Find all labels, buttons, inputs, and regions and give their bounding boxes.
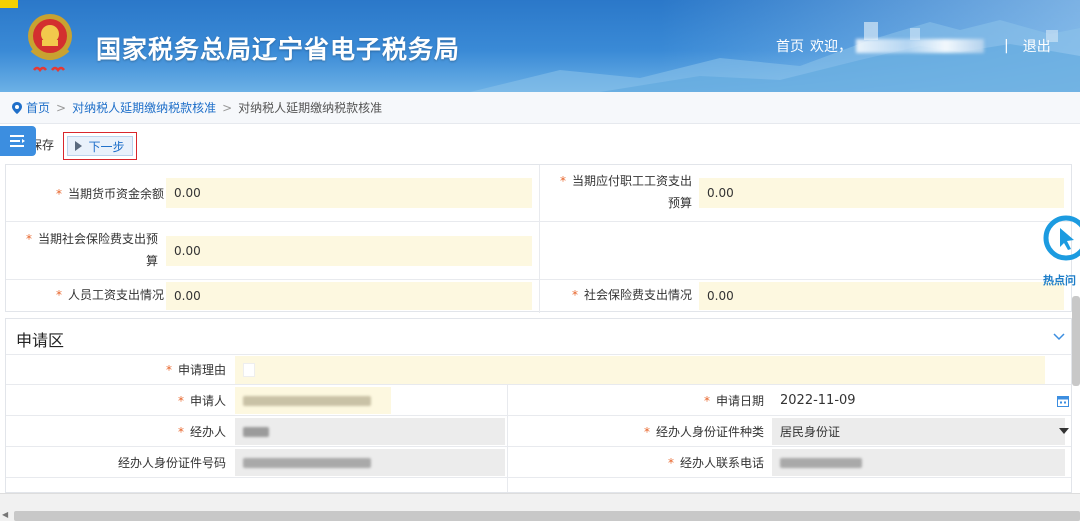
next-step-label: 下一步 (88, 139, 125, 154)
cash-balance-label: * 当期货币资金余额 (16, 183, 164, 205)
required-mark: * (25, 232, 32, 246)
social-insurance-budget-input[interactable]: 0.00 (166, 236, 532, 266)
label-text: 当期社会保险费支出预 (37, 232, 158, 246)
label-text: 申请日期 (715, 394, 764, 408)
next-step-button[interactable]: 下一步 (67, 136, 133, 156)
location-pin-icon (12, 101, 22, 114)
handler-label: * 经办人 (26, 421, 226, 443)
label-text: 经办人身份证件种类 (655, 425, 764, 439)
reason-input[interactable] (235, 356, 1045, 384)
required-mark: * (703, 394, 710, 408)
section-title: 申请区 (16, 331, 65, 350)
handler-input[interactable] (235, 418, 505, 445)
required-mark: * (177, 394, 184, 408)
menu-toggle-button[interactable] (0, 126, 36, 156)
applicant-label: * 申请人 (26, 390, 226, 412)
column-divider (507, 385, 508, 492)
reason-textarea[interactable] (243, 363, 255, 377)
id-number-redacted (243, 457, 371, 468)
nav-welcome-text: 欢迎， (810, 39, 852, 55)
breadcrumb-home[interactable]: 首页 (26, 99, 50, 116)
hotspot-widget[interactable]: 热点问 (1040, 214, 1080, 288)
id-type-label: * 经办人身份证件种类 (566, 421, 764, 443)
apply-date-input[interactable]: 2022-11-09 (772, 387, 1065, 414)
partial-row-input (235, 480, 505, 492)
cash-balance-input[interactable]: 0.00 (166, 178, 532, 208)
chevron-down-icon[interactable] (1053, 333, 1065, 341)
breadcrumb-arrow: > (222, 100, 233, 115)
nav-home-link[interactable]: 首页 (776, 36, 804, 56)
header-nav: 首页 欢迎， | 退出 (776, 36, 1051, 56)
applicant-redacted (243, 395, 371, 406)
payroll-budget-label: * 当期应付职工工资支出 预算 (546, 170, 692, 214)
required-mark: * (571, 288, 578, 302)
salary-expense-label: * 人员工资支出情况 (16, 284, 164, 306)
phone-label: * 经办人联系电话 (566, 452, 764, 474)
label-text: 申请理由 (177, 363, 226, 377)
required-mark: * (667, 456, 674, 470)
horizontal-scrollbar-thumb[interactable] (14, 511, 1080, 521)
social-insurance-expense-input[interactable]: 0.00 (699, 282, 1064, 310)
payroll-budget-input[interactable]: 0.00 (699, 178, 1064, 208)
funds-form-panel: * 当期货币资金余额 0.00 * 当期应付职工工资支出 预算 0.00 * 当期社会… (5, 164, 1072, 313)
applicant-input[interactable] (235, 387, 391, 414)
label-text: 算 (145, 254, 158, 268)
play-triangle-icon (75, 141, 83, 151)
required-mark: * (559, 174, 566, 188)
nav-separator: | (1004, 38, 1009, 54)
breadcrumb-arrow: > (56, 100, 67, 115)
apply-date-label: * 申请日期 (566, 390, 764, 412)
caret-down-icon[interactable] (1059, 428, 1069, 434)
calendar-icon[interactable] (1057, 395, 1069, 407)
column-divider (539, 165, 540, 313)
label-text: 预算 (667, 196, 692, 210)
label-text: 申请人 (189, 394, 226, 408)
vertical-scrollbar-thumb[interactable] (1072, 296, 1080, 386)
required-mark: * (177, 425, 184, 439)
salary-expense-input[interactable]: 0.00 (166, 282, 532, 310)
toolbar (0, 126, 1080, 164)
hotspot-cursor-icon (1043, 215, 1080, 261)
handler-redacted (243, 426, 269, 437)
breadcrumb: 首页 > 对纳税人延期缴纳税款核准 > 对纳税人延期缴纳税款核准 (0, 92, 1080, 124)
label-text: 当期应付职工工资支出 (571, 174, 692, 188)
id-type-select[interactable]: 居民身份证 (772, 418, 1065, 445)
social-insurance-budget-label: * 当期社会保险费支出预 算 (12, 228, 158, 272)
required-mark: * (643, 425, 650, 439)
required-mark: * (165, 363, 172, 377)
breadcrumb-current: 对纳税人延期缴纳税款核准 (238, 101, 383, 115)
phone-input[interactable] (772, 449, 1065, 476)
social-insurance-expense-label: * 社会保险费支出情况 (546, 284, 692, 306)
next-button-highlight: 下一步 (63, 132, 137, 160)
label-text: 经办人 (189, 425, 226, 439)
tax-emblem-icon[interactable] (22, 10, 78, 80)
label-text: 社会保险费支出情况 (583, 288, 692, 302)
hotspot-label: 热点问 (1043, 274, 1076, 287)
id-number-input[interactable] (235, 449, 505, 476)
id-number-label: 经办人身份证件号码 (117, 456, 226, 470)
breadcrumb-item[interactable]: 对纳税人延期缴纳税款核准 (72, 99, 216, 116)
logout-link[interactable]: 退出 (1023, 36, 1051, 56)
header-corner-tab (0, 0, 18, 8)
site-header: 国家税务总局辽宁省电子税务局 首页 欢迎， | 退出 (0, 0, 1080, 92)
required-mark: * (55, 187, 62, 201)
label-text: 人员工资支出情况 (67, 288, 164, 302)
reason-label: * 申请理由 (26, 359, 226, 381)
application-panel: 申请区 * 申请理由 * 申请人 * 申请日期 2022-11-09 * 经办人 * 经办… (5, 318, 1072, 493)
scroll-left-arrow[interactable]: ◀ (2, 510, 8, 519)
menu-toggle-icon (10, 135, 25, 147)
phone-redacted (780, 457, 862, 468)
site-title: 国家税务总局辽宁省电子税务局 (96, 35, 461, 64)
user-name-redacted (856, 39, 984, 53)
label-text: 经办人联系电话 (679, 456, 764, 470)
required-mark: * (55, 288, 62, 302)
label-text: 当期货币资金余额 (67, 187, 164, 201)
